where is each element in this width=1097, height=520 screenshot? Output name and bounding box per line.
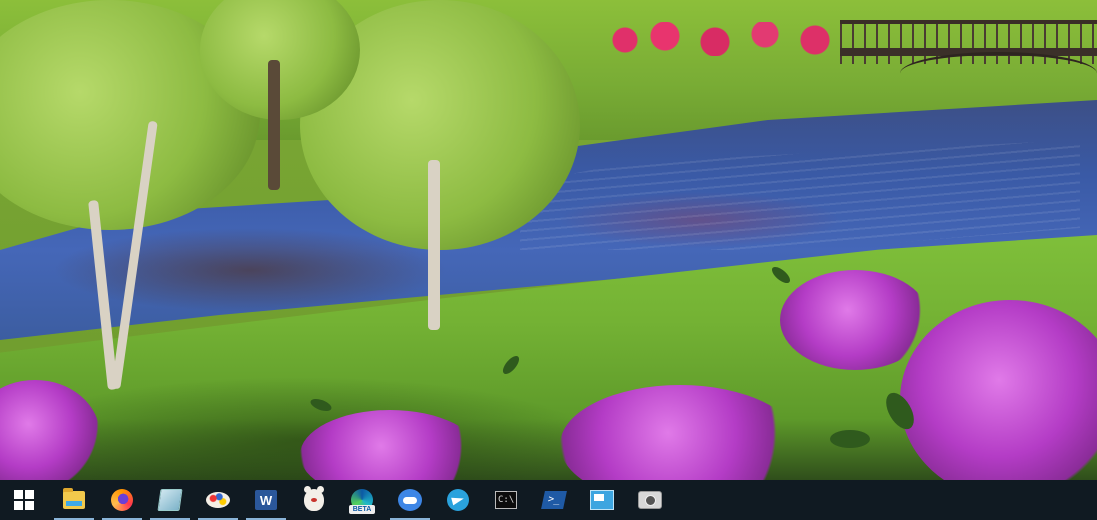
powershell-icon: >_	[541, 491, 567, 509]
monitor-icon	[590, 490, 614, 510]
taskbar-item-remote-desktop[interactable]	[578, 480, 626, 520]
firefox-icon	[111, 489, 133, 511]
terminal-icon: C:\	[495, 491, 517, 509]
windows-start-icon	[14, 490, 34, 510]
taskbar-item-telegram[interactable]	[434, 480, 482, 520]
taskbar-item-file-explorer[interactable]	[50, 480, 98, 520]
edge-beta-icon: BETA	[349, 489, 375, 514]
edge-beta-badge: BETA	[349, 505, 375, 514]
taskbar-item-app-window[interactable]	[146, 480, 194, 520]
paint-palette-icon	[206, 492, 230, 508]
taskbar-item-firefox[interactable]	[98, 480, 146, 520]
start-button[interactable]	[0, 480, 48, 520]
taskbar: W BETA C:\ >_	[0, 480, 1097, 520]
azalea-leaf	[830, 430, 870, 448]
window-app-icon	[157, 489, 183, 511]
cloud-icon	[398, 489, 422, 511]
azalea-bush	[780, 270, 930, 370]
taskbar-item-camera[interactable]	[626, 480, 674, 520]
taskbar-item-word[interactable]: W	[242, 480, 290, 520]
camera-icon	[638, 491, 662, 509]
folder-icon	[63, 488, 85, 509]
taskbar-item-cloud-app[interactable]	[386, 480, 434, 520]
taskbar-item-bear-app[interactable]	[290, 480, 338, 520]
far-flower-bed	[605, 22, 855, 56]
footbridge-arch	[900, 52, 1097, 95]
telegram-icon	[447, 489, 469, 511]
desktop-wallpaper	[0, 0, 1097, 480]
taskbar-item-edge-beta[interactable]: BETA	[338, 480, 386, 520]
taskbar-item-powershell[interactable]: >_	[530, 480, 578, 520]
taskbar-item-paint[interactable]	[194, 480, 242, 520]
bear-icon	[304, 486, 324, 511]
taskbar-item-command-prompt[interactable]: C:\	[482, 480, 530, 520]
word-icon: W	[255, 490, 277, 510]
